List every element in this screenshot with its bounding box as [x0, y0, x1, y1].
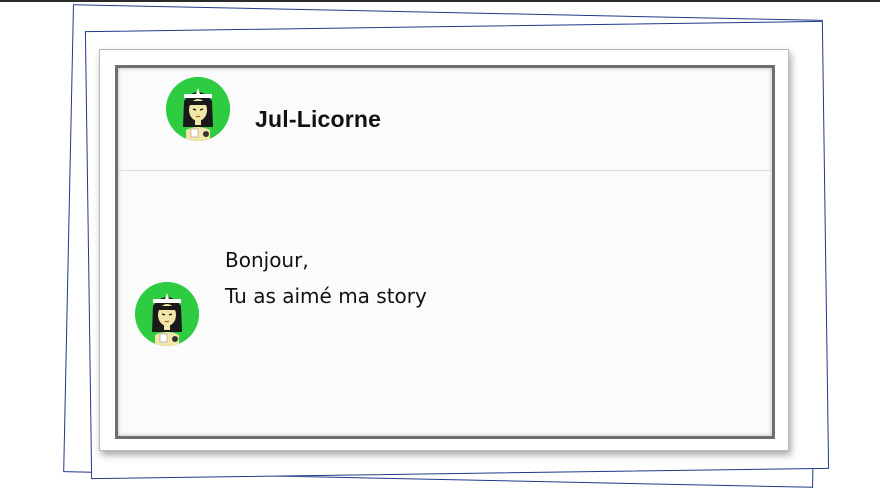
message-bubble: Bonjour, Tu as aimé ma story	[225, 242, 427, 314]
girl-avatar-icon	[135, 282, 199, 346]
message-avatar[interactable]	[135, 282, 199, 346]
message-line: Bonjour,	[225, 248, 309, 272]
girl-avatar-icon	[166, 77, 230, 141]
message-line: Tu as aimé ma story	[225, 284, 427, 308]
chat-window: Jul-Licorne Bonjour, Tu as aimé ma story	[115, 65, 775, 439]
username[interactable]: Jul-Licorne	[255, 106, 381, 133]
conversation-area: Bonjour, Tu as aimé ma story	[118, 171, 772, 436]
chat-frame: Jul-Licorne Bonjour, Tu as aimé ma story	[99, 49, 789, 451]
profile-avatar[interactable]	[166, 77, 230, 141]
chat-header: Jul-Licorne	[118, 68, 772, 171]
top-border-line	[0, 0, 880, 2]
